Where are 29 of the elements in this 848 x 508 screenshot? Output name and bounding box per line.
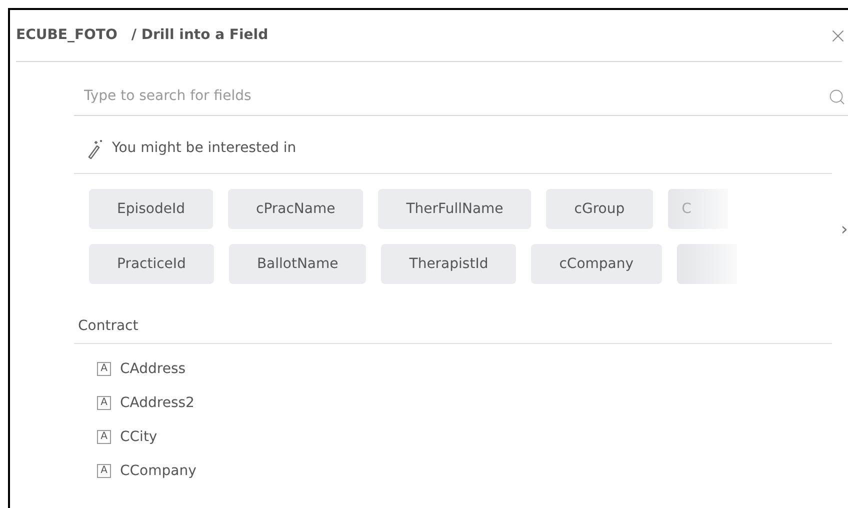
field-chip[interactable]: cGroup [546,189,653,229]
field-name: CAddress2 [120,394,194,412]
text-type-icon: A [97,464,111,478]
text-type-icon: A [97,396,111,410]
field-chip[interactable]: TherFullName [378,189,532,229]
search-field[interactable]: Type to search for fields [74,86,828,107]
field-item[interactable]: A CCompany [97,454,832,488]
field-name: CCompany [120,462,196,480]
text-type-icon: A [97,430,111,444]
dialog-title: / Drill into a Field [131,26,268,45]
field-chip[interactable] [676,244,737,284]
field-chip[interactable]: TherapistId [381,244,516,284]
magic-wand-icon [86,138,104,158]
field-chip[interactable]: PracticeId [89,244,214,284]
field-chip[interactable]: cPracName [228,189,364,229]
field-item[interactable]: A CAddress [97,352,832,386]
search-icon [828,88,846,106]
field-name: CCity [120,428,158,446]
next-button[interactable]: › [840,216,848,242]
text-type-icon: A [97,362,111,376]
field-item[interactable]: A CAddress2 [97,386,832,420]
field-chip[interactable]: EpisodeId [89,189,213,229]
field-chip[interactable]: cCompany [531,244,662,284]
suggestions-heading: You might be interested in [112,139,296,158]
field-item[interactable]: A CCity [97,420,832,454]
section-heading: Contract [74,316,832,344]
dataset-name: ECUBE_FOTO [16,26,118,45]
field-chip[interactable]: BallotName [228,244,366,284]
field-name: CAddress [120,360,186,378]
